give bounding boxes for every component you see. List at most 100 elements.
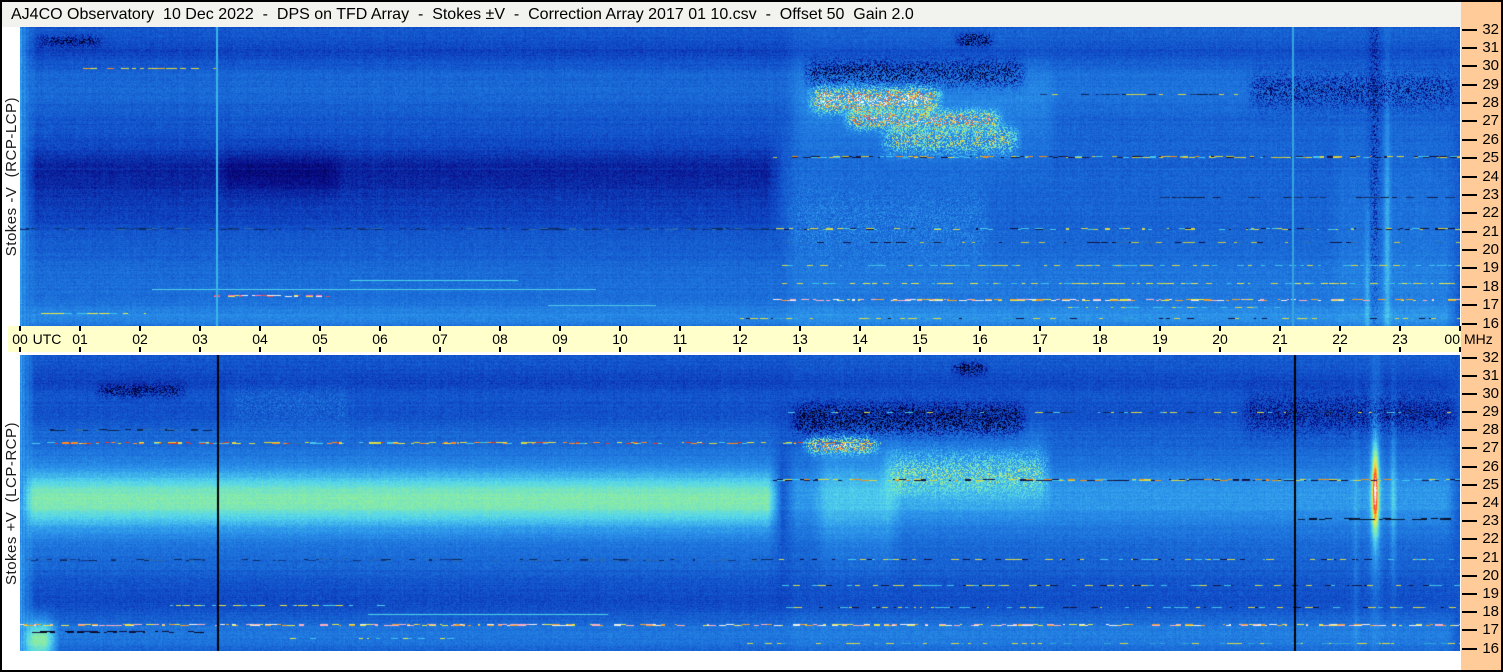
time-tick-label: 03 — [192, 331, 208, 347]
freq-tick-label: 26 — [1482, 457, 1499, 475]
freq-tick-mark — [1462, 65, 1477, 68]
freq-tick-mark — [1462, 83, 1477, 86]
freq-tick-mark — [1462, 267, 1477, 270]
hour-tick-mark — [799, 347, 801, 352]
hour-tick-mark — [79, 347, 81, 352]
freq-tick-label: 20 — [1482, 566, 1499, 584]
hour-tick-mark — [319, 347, 321, 352]
hour-tick-mark — [139, 347, 141, 352]
freq-tick-mark — [1462, 157, 1477, 160]
freq-tick-label: 29 — [1482, 403, 1499, 421]
freq-tick-mark — [1462, 374, 1477, 377]
freq-tick-mark — [1462, 520, 1477, 523]
freq-tick-label: 21 — [1482, 548, 1499, 566]
freq-tick-label: 24 — [1482, 167, 1499, 185]
hour-tick-mark — [1159, 347, 1161, 352]
freq-tick-mark — [1462, 647, 1477, 650]
freq-tick-label: 22 — [1482, 530, 1499, 548]
mhz-unit-label: MHz — [1464, 331, 1493, 347]
time-tick-label: 10 — [612, 331, 628, 347]
freq-tick-label: 18 — [1482, 603, 1499, 621]
hour-tick-mark — [1279, 347, 1281, 352]
freq-tick-mark — [1462, 611, 1477, 614]
freq-tick-label: 31 — [1482, 366, 1499, 384]
freq-tick-mark — [1462, 429, 1477, 432]
time-tick-label: 16 — [972, 331, 988, 347]
freq-tick-label: 19 — [1482, 584, 1499, 602]
freq-tick-mark — [1462, 138, 1477, 141]
freq-tick-mark — [1462, 102, 1477, 104]
freq-tick-label: 16 — [1482, 314, 1499, 332]
freq-tick-label: 31 — [1482, 38, 1499, 56]
freq-tick-mark — [1462, 120, 1477, 123]
hour-tick-mark — [559, 347, 561, 352]
hour-tick-mark — [1099, 347, 1101, 352]
time-tick-label: 14 — [852, 331, 868, 347]
time-tick-label: 08 — [492, 331, 508, 347]
title-bar: AJ4CO Observatory 10 Dec 2022 - DPS on T… — [2, 2, 1461, 27]
hour-tick-mark — [739, 347, 741, 352]
time-tick-label: 17 — [1032, 331, 1048, 347]
hour-tick-mark — [19, 347, 21, 352]
left-axis-label-bottom: Stokes +V (LCP-RCP) — [2, 355, 20, 651]
hour-tick-mark — [499, 347, 501, 352]
freq-tick-label: 32 — [1482, 20, 1499, 38]
freq-tick-mark — [1462, 502, 1477, 504]
freq-tick-mark — [1462, 356, 1477, 359]
time-tick-label: 09 — [552, 331, 568, 347]
freq-tick-mark — [1462, 175, 1477, 178]
freq-tick-mark — [1462, 28, 1477, 31]
freq-tick-mark — [1462, 392, 1477, 395]
freq-tick-label: 23 — [1482, 185, 1499, 203]
time-tick-label: 20 — [1212, 331, 1228, 347]
freq-tick-mark — [1462, 285, 1477, 288]
stokes-plus-v-label: Stokes +V (LCP-RCP) — [2, 421, 20, 585]
freq-tick-label: 30 — [1482, 384, 1499, 402]
freq-tick-mark — [1462, 212, 1477, 215]
hour-tick-mark — [619, 347, 621, 352]
app-frame: AJ4CO Observatory 10 Dec 2022 - DPS on T… — [0, 0, 1503, 672]
title-text: AJ4CO Observatory 10 Dec 2022 - DPS on T… — [11, 6, 914, 23]
time-tick-label: 19 — [1152, 331, 1168, 347]
freq-tick-label: 20 — [1482, 241, 1499, 258]
time-tick-label: 23 — [1392, 331, 1408, 347]
time-tick-label: 05 — [312, 331, 328, 347]
freq-tick-label: 17 — [1482, 621, 1499, 639]
stokes-minus-v-label: Stokes -V (RCP-LCP) — [2, 96, 20, 257]
freq-tick-label: 22 — [1482, 204, 1499, 222]
time-tick-label: 21 — [1272, 331, 1288, 347]
freq-tick-label: 17 — [1482, 296, 1499, 314]
hour-tick-mark — [859, 347, 861, 352]
freq-tick-label: 27 — [1482, 439, 1499, 457]
hour-tick-mark — [679, 347, 681, 352]
time-axis-band: 00 UTC 01 02 03 04 05 06 07 08 09 10 11 12 13 14 15 16 17 1… — [8, 326, 1461, 352]
freq-tick-mark — [1462, 538, 1477, 541]
hour-tick-mark — [379, 347, 381, 352]
freq-tick-mark — [1462, 193, 1477, 196]
time-tick-label: 01 — [72, 331, 88, 347]
spectrogram-stokes-plus-v — [20, 355, 1460, 651]
freq-tick-mark — [1462, 556, 1477, 559]
freq-tick-label: 16 — [1482, 639, 1499, 657]
time-tick-label: 04 — [252, 331, 268, 347]
freq-tick-mark — [1462, 230, 1477, 233]
freq-tick-label: 19 — [1482, 259, 1499, 277]
freq-tick-mark — [1462, 322, 1477, 325]
freq-tick-mark — [1462, 629, 1477, 632]
freq-tick-mark — [1462, 574, 1477, 577]
freq-tick-mark — [1462, 304, 1477, 307]
freq-tick-label: 25 — [1482, 149, 1499, 167]
time-tick-label: 13 — [792, 331, 808, 347]
hour-tick-mark — [259, 347, 261, 352]
freq-tick-mark — [1462, 249, 1477, 251]
hour-tick-mark — [1339, 347, 1341, 352]
time-tick-label: 15 — [912, 331, 928, 347]
freq-tick-label: 23 — [1482, 512, 1499, 530]
hour-tick-mark — [1399, 347, 1401, 352]
time-tick-label: 11 — [672, 331, 688, 347]
time-tick-label: 06 — [372, 331, 388, 347]
time-tick-label: 00 — [1444, 331, 1460, 347]
hour-tick-mark — [979, 347, 981, 352]
time-tick-label: 02 — [132, 331, 148, 347]
hour-tick-mark — [1039, 347, 1041, 352]
